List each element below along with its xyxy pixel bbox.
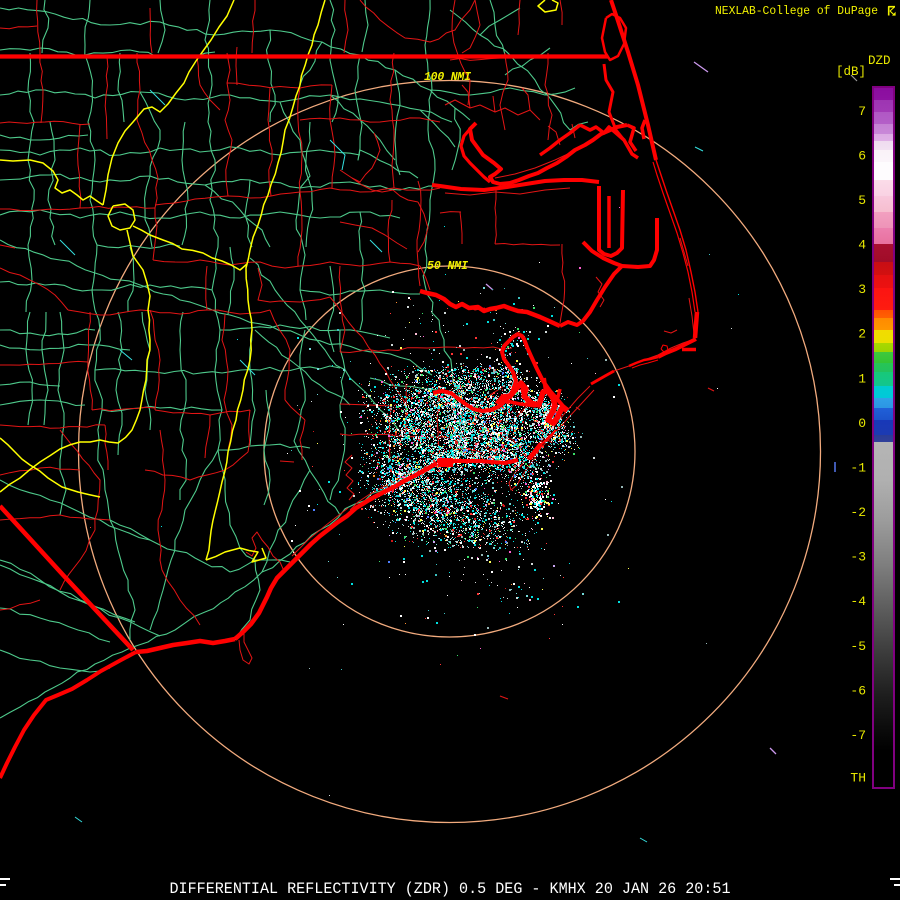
svg-text:-7: -7 xyxy=(850,728,866,743)
svg-text:2: 2 xyxy=(858,327,866,342)
svg-text:0: 0 xyxy=(858,416,866,431)
svg-text:-5: -5 xyxy=(850,639,866,654)
svg-text:DZD: DZD xyxy=(868,54,891,68)
svg-text:1: 1 xyxy=(858,371,866,386)
svg-text:TH: TH xyxy=(850,771,866,786)
svg-text:3: 3 xyxy=(858,282,866,297)
svg-text:NEXLAB-College of DuPage: NEXLAB-College of DuPage xyxy=(715,5,878,18)
svg-text:-1: -1 xyxy=(850,461,866,476)
svg-text:-3: -3 xyxy=(850,550,866,565)
svg-text:[dB]: [dB] xyxy=(836,65,866,79)
svg-text:4: 4 xyxy=(858,238,866,253)
svg-text:6: 6 xyxy=(858,148,866,163)
svg-text:-6: -6 xyxy=(850,683,866,698)
svg-text:50 NMI: 50 NMI xyxy=(427,260,468,273)
svg-text:-4: -4 xyxy=(850,594,866,609)
svg-text:-2: -2 xyxy=(850,505,866,520)
svg-text:100 NMI: 100 NMI xyxy=(424,71,471,84)
svg-text:7: 7 xyxy=(858,104,866,119)
svg-text:DIFFERENTIAL REFLECTIVITY (ZDR: DIFFERENTIAL REFLECTIVITY (ZDR) 0.5 DEG … xyxy=(170,880,731,898)
svg-text:5: 5 xyxy=(858,193,866,208)
